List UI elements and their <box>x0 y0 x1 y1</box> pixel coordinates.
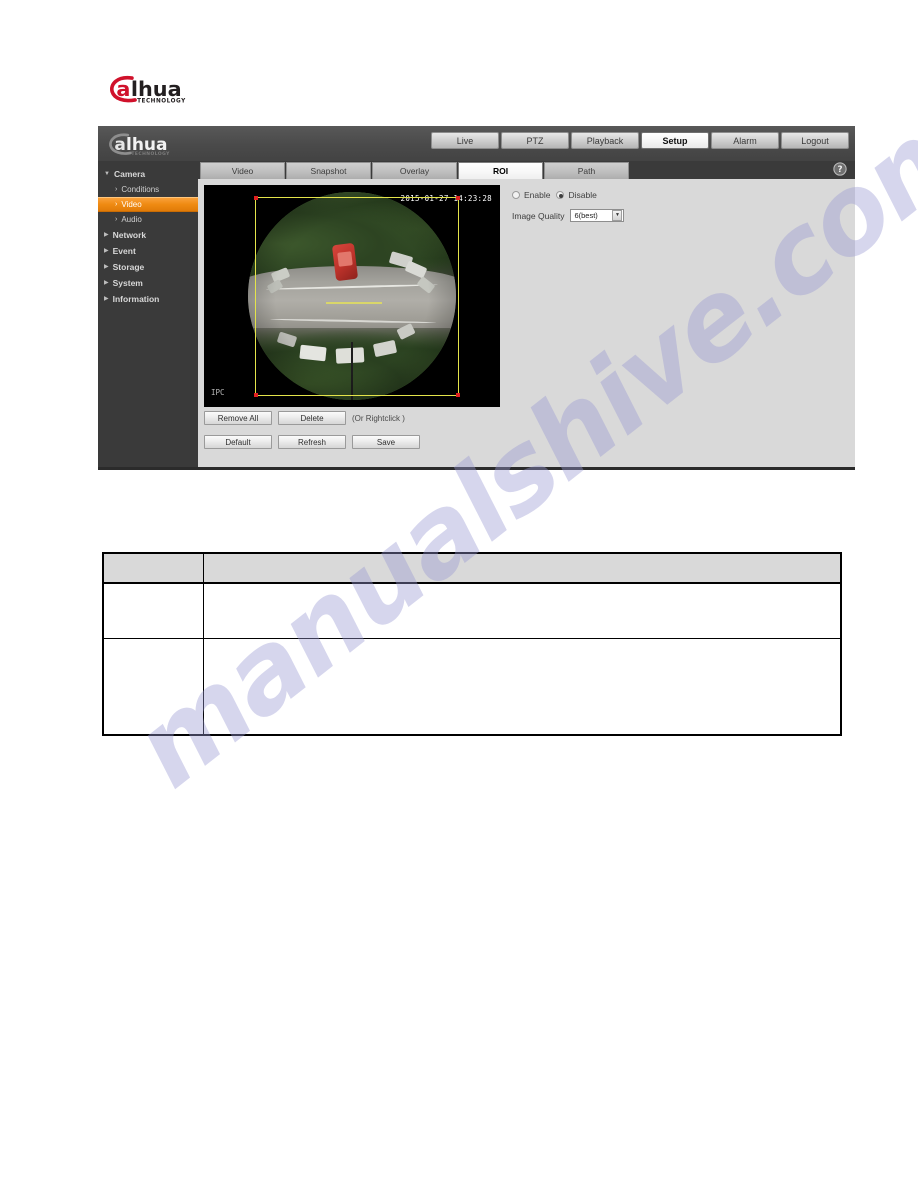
sidebar-group-label: System <box>112 278 143 288</box>
app-body: ▼ Camera › Conditions › Video › Audio ▶ … <box>98 161 855 467</box>
roi-settings-panel: 2015-01-27 14:23:28 IPC Remove All Delet… <box>198 179 855 467</box>
table-cell-parameter <box>102 637 204 736</box>
triangle-right-icon: ▶ <box>104 248 109 254</box>
tab-path[interactable]: Path <box>544 162 629 179</box>
radio-enable[interactable]: Enable <box>512 190 550 200</box>
sidebar-group-storage[interactable]: ▶ Storage <box>98 259 198 275</box>
nav-button-live[interactable]: Live <box>431 132 499 149</box>
sidebar-group-label: Storage <box>112 262 145 272</box>
nav-button-setup[interactable]: Setup <box>641 132 709 149</box>
delete-button[interactable]: Delete <box>278 411 346 425</box>
dahua-logo: a lhua TECHNOLOGY <box>108 72 212 106</box>
svg-text:?: ? <box>837 165 842 175</box>
sidebar-group-label: Event <box>112 246 136 256</box>
chevron-right-icon: › <box>115 186 118 193</box>
dahua-logo-icon-header: a lhua TECHNOLOGY <box>109 132 170 157</box>
video-preview[interactable]: 2015-01-27 14:23:28 IPC <box>204 185 500 407</box>
chevron-down-icon: ▼ <box>612 210 623 221</box>
refresh-button[interactable]: Refresh <box>278 435 346 449</box>
roi-handle-bottom-right[interactable] <box>456 393 460 397</box>
roi-handle-bottom-left[interactable] <box>254 393 258 397</box>
triangle-right-icon: ▶ <box>104 264 109 270</box>
roi-handle-top-left[interactable] <box>254 196 258 200</box>
tab-roi[interactable]: ROI <box>458 162 543 179</box>
video-column: 2015-01-27 14:23:28 IPC Remove All Delet… <box>204 185 502 467</box>
app-header: a lhua TECHNOLOGY Live PTZ Playback Setu… <box>98 126 855 161</box>
svg-text:TECHNOLOGY: TECHNOLOGY <box>131 151 170 157</box>
enable-disable-radio-group: Enable Disable <box>512 190 855 200</box>
sidebar-group-label: Camera <box>113 169 146 179</box>
image-quality-value: 6(best) <box>574 211 598 220</box>
radio-button-icon[interactable] <box>512 191 520 199</box>
sidebar-group-label: Information <box>112 294 160 304</box>
chevron-right-icon: › <box>115 216 118 223</box>
content-area: Video Snapshot Overlay ROI Path ? 2015-0… <box>198 161 855 467</box>
svg-text:a: a <box>114 134 125 154</box>
radio-enable-label: Enable <box>524 190 551 200</box>
radio-disable-label: Disable <box>568 190 597 200</box>
table-header-function <box>202 552 842 584</box>
sidebar-item-label: Conditions <box>121 185 160 194</box>
image-quality-select[interactable]: 6(best) ▼ <box>570 209 625 222</box>
triangle-down-icon: ▼ <box>104 171 110 177</box>
radio-disable[interactable]: Disable <box>556 190 597 200</box>
roi-edit-button-row: Remove All Delete (Or Rightclick ) <box>204 411 502 425</box>
table-header-parameter <box>102 552 204 584</box>
sidebar-group-camera[interactable]: ▼ Camera <box>98 166 198 182</box>
triangle-right-icon: ▶ <box>104 296 109 302</box>
tab-bar: Video Snapshot Overlay ROI Path ? <box>198 161 855 179</box>
roi-selection-rectangle[interactable] <box>254 196 460 397</box>
nav-button-playback[interactable]: Playback <box>571 132 639 149</box>
sidebar-group-event[interactable]: ▶ Event <box>98 243 198 259</box>
table-row <box>102 637 842 736</box>
tab-snapshot[interactable]: Snapshot <box>286 162 371 179</box>
remove-all-button[interactable]: Remove All <box>204 411 272 425</box>
sidebar-item-label: Audio <box>121 215 142 224</box>
svg-text:TECHNOLOGY: TECHNOLOGY <box>137 99 186 105</box>
help-question-icon[interactable]: ? <box>833 162 847 176</box>
parameter-description-table <box>102 552 842 736</box>
sidebar-item-audio[interactable]: › Audio <box>98 212 198 227</box>
nav-button-ptz[interactable]: PTZ <box>501 132 569 149</box>
sidebar: ▼ Camera › Conditions › Video › Audio ▶ … <box>98 161 198 467</box>
table-row <box>102 582 842 639</box>
triangle-right-icon: ▶ <box>104 232 109 238</box>
triangle-right-icon: ▶ <box>104 280 109 286</box>
chevron-right-icon: › <box>115 201 118 208</box>
sidebar-item-conditions[interactable]: › Conditions <box>98 182 198 197</box>
settings-column: Enable Disable Image Quality 6(best) ▼ <box>502 185 855 467</box>
tab-video[interactable]: Video <box>200 162 285 179</box>
svg-text:lhua: lhua <box>131 77 182 101</box>
camera-web-ui-window: a lhua TECHNOLOGY Live PTZ Playback Setu… <box>98 126 855 470</box>
nav-button-logout[interactable]: Logout <box>781 132 849 149</box>
nav-button-alarm[interactable]: Alarm <box>711 132 779 149</box>
sidebar-item-video[interactable]: › Video <box>98 197 198 212</box>
default-button[interactable]: Default <box>204 435 272 449</box>
image-quality-label: Image Quality <box>512 210 565 221</box>
tab-overlay[interactable]: Overlay <box>372 162 457 179</box>
sidebar-group-network[interactable]: ▶ Network <box>98 227 198 243</box>
dahua-logo-icon: a lhua TECHNOLOGY <box>110 75 186 105</box>
image-quality-field: Image Quality 6(best) ▼ <box>512 209 855 222</box>
sidebar-group-label: Network <box>112 230 147 240</box>
sidebar-group-information[interactable]: ▶ Information <box>98 291 198 307</box>
osd-channel-name: IPC <box>211 388 225 397</box>
table-header-row <box>102 552 842 584</box>
table-cell-function <box>202 582 842 639</box>
roi-handle-top-right[interactable] <box>456 196 460 200</box>
sidebar-item-label: Video <box>121 200 142 209</box>
action-button-row: Default Refresh Save <box>204 435 502 449</box>
top-navigation: Live PTZ Playback Setup Alarm Logout <box>431 132 849 149</box>
app-header-logo: a lhua TECHNOLOGY <box>104 131 200 157</box>
radio-button-selected-icon[interactable] <box>556 191 565 199</box>
save-button[interactable]: Save <box>352 435 420 449</box>
table-cell-parameter <box>102 582 204 639</box>
svg-text:a: a <box>116 77 130 101</box>
rightclick-hint: (Or Rightclick ) <box>352 413 405 423</box>
table-cell-function <box>202 637 842 736</box>
sidebar-group-system[interactable]: ▶ System <box>98 275 198 291</box>
